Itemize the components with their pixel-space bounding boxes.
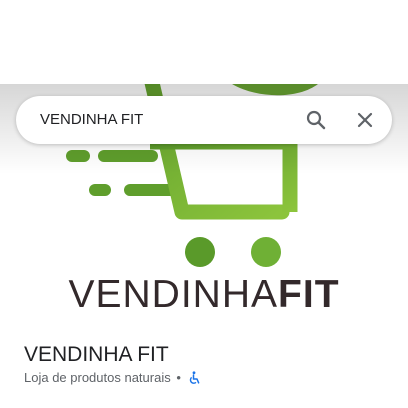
wordmark-light: VENDINHA (68, 273, 279, 316)
close-icon[interactable] (353, 108, 377, 132)
top-blank-area (0, 0, 408, 84)
cart-wheel (251, 237, 281, 267)
place-subtitle: Loja de produtos naturais • (24, 370, 201, 385)
search-icon[interactable] (304, 108, 328, 132)
logo-wordmark: VENDINHAFIT (0, 275, 408, 314)
search-input[interactable]: VENDINHA FIT (40, 96, 143, 144)
search-bar[interactable]: VENDINHA FIT (16, 96, 392, 144)
separator-dot: • (176, 370, 181, 385)
place-category: Loja de produtos naturais (24, 370, 171, 385)
wheelchair-icon (187, 371, 201, 385)
leaf-shape (232, 84, 318, 96)
wordmark-bold: FIT (278, 273, 340, 316)
speed-line (66, 150, 90, 162)
speed-line (89, 184, 111, 196)
place-name: VENDINHA FIT (24, 343, 169, 366)
speed-line (98, 150, 158, 162)
cart-wheel (185, 237, 215, 267)
